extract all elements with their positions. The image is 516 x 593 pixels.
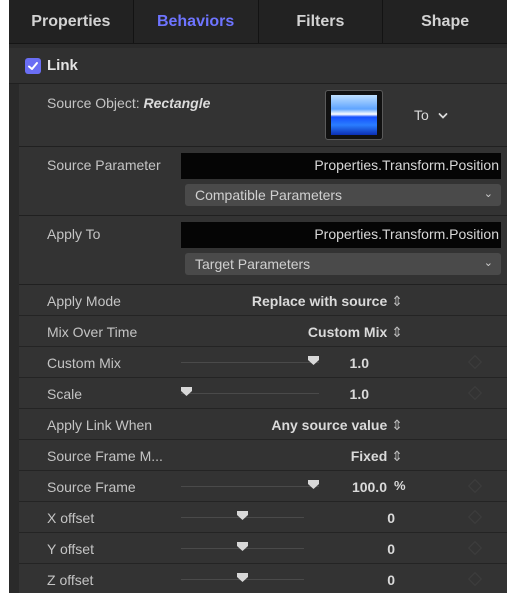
keyframe-diamond-icon[interactable] xyxy=(467,540,483,556)
custom-mix-value[interactable]: 1.0 xyxy=(299,355,369,371)
source-object-row: Source Object: Rectangle To xyxy=(19,84,507,147)
scale-label: Scale xyxy=(47,386,83,402)
x-offset-row: X offset 0 xyxy=(19,502,507,533)
source-parameter-field[interactable]: Properties.Transform.Position xyxy=(181,153,501,179)
apply-to-field[interactable]: Properties.Transform.Position xyxy=(181,222,501,248)
tab-behaviors[interactable]: Behaviors xyxy=(133,0,259,43)
source-frame-mode-label: Source Frame M... xyxy=(47,448,163,464)
chevron-down-icon: ⌄ xyxy=(483,188,493,200)
source-frame-mode-row: Source Frame M... Fixed ⇕ xyxy=(19,440,507,471)
source-frame-label: Source Frame xyxy=(47,479,136,495)
apply-to-row: Apply To Properties.Transform.Position T… xyxy=(19,216,507,285)
inspector-panel: Properties Behaviors Filters Shape Link … xyxy=(9,0,507,593)
checkmark-icon xyxy=(28,61,38,70)
mix-over-time-popup[interactable]: Custom Mix ⇕ xyxy=(308,324,403,341)
z-offset-row: Z offset 0 xyxy=(19,564,507,593)
source-frame-value[interactable]: 100.0 xyxy=(317,479,387,495)
source-frame-unit: % xyxy=(394,478,406,493)
x-offset-label: X offset xyxy=(47,510,95,526)
up-down-icon: ⇕ xyxy=(391,324,403,340)
apply-link-when-popup[interactable]: Any source value ⇕ xyxy=(271,417,403,434)
scale-slider-thumb[interactable] xyxy=(181,387,192,396)
x-offset-value[interactable]: 0 xyxy=(325,510,395,526)
link-section-header: Link xyxy=(9,48,507,84)
keyframe-diamond-icon[interactable] xyxy=(467,354,483,370)
chevron-down-icon: ⌄ xyxy=(483,257,493,269)
target-parameters-label: Target Parameters xyxy=(195,256,311,272)
scale-row: Scale 1.0 xyxy=(19,378,507,409)
custom-mix-label: Custom Mix xyxy=(47,355,121,371)
z-offset-slider-thumb[interactable] xyxy=(237,573,248,582)
tab-filters[interactable]: Filters xyxy=(258,0,384,43)
inspector-tabbar: Properties Behaviors Filters Shape xyxy=(9,0,507,44)
source-object-name: Rectangle xyxy=(143,95,211,111)
custom-mix-row: Custom Mix 1.0 xyxy=(19,347,507,378)
z-offset-value[interactable]: 0 xyxy=(325,572,395,588)
scale-value[interactable]: 1.0 xyxy=(299,386,369,402)
compatible-parameters-label: Compatible Parameters xyxy=(195,187,343,203)
z-offset-label: Z offset xyxy=(47,572,94,588)
apply-mode-label: Apply Mode xyxy=(47,293,121,309)
source-frame-mode-popup[interactable]: Fixed ⇕ xyxy=(351,448,403,465)
tab-properties[interactable]: Properties xyxy=(9,0,134,43)
source-object-thumbnail xyxy=(331,95,377,135)
to-menu-label: To xyxy=(414,107,429,123)
keyframe-diamond-icon[interactable] xyxy=(467,478,483,494)
source-object-well[interactable] xyxy=(325,90,383,140)
source-frame-row: Source Frame 100.0 % xyxy=(19,471,507,502)
y-offset-row: Y offset 0 xyxy=(19,533,507,564)
source-parameter-row: Source Parameter Properties.Transform.Po… xyxy=(19,147,507,216)
y-offset-value[interactable]: 0 xyxy=(325,541,395,557)
link-parameters: Source Object: Rectangle To Source Param… xyxy=(19,84,507,593)
x-offset-slider-thumb[interactable] xyxy=(237,511,248,520)
apply-mode-popup[interactable]: Replace with source ⇕ xyxy=(252,293,403,310)
mix-over-time-label: Mix Over Time xyxy=(47,324,138,340)
tab-shape[interactable]: Shape xyxy=(383,0,507,43)
target-parameters-popup[interactable]: Target Parameters ⌄ xyxy=(185,253,501,275)
keyframe-diamond-icon[interactable] xyxy=(467,509,483,525)
link-enable-checkbox[interactable] xyxy=(25,57,41,74)
apply-to-label: Apply To xyxy=(47,226,101,242)
up-down-icon: ⇕ xyxy=(391,417,403,433)
mix-over-time-row: Mix Over Time Custom Mix ⇕ xyxy=(19,316,507,347)
link-section-title: Link xyxy=(47,57,78,74)
up-down-icon: ⇕ xyxy=(391,293,403,309)
source-parameter-label: Source Parameter xyxy=(47,157,161,173)
apply-mode-row: Apply Mode Replace with source ⇕ xyxy=(19,285,507,316)
y-offset-label: Y offset xyxy=(47,541,94,557)
to-menu-button[interactable]: To xyxy=(414,107,448,123)
apply-link-when-row: Apply Link When Any source value ⇕ xyxy=(19,409,507,440)
chevron-down-icon xyxy=(438,113,448,120)
y-offset-slider-thumb[interactable] xyxy=(237,542,248,551)
source-object-label: Source Object: Rectangle xyxy=(47,95,211,111)
compatible-parameters-popup[interactable]: Compatible Parameters ⌄ xyxy=(185,184,501,206)
keyframe-diamond-icon[interactable] xyxy=(467,571,483,587)
keyframe-diamond-icon[interactable] xyxy=(467,385,483,401)
up-down-icon: ⇕ xyxy=(391,448,403,464)
apply-link-when-label: Apply Link When xyxy=(47,417,153,433)
source-frame-slider[interactable] xyxy=(181,486,319,487)
